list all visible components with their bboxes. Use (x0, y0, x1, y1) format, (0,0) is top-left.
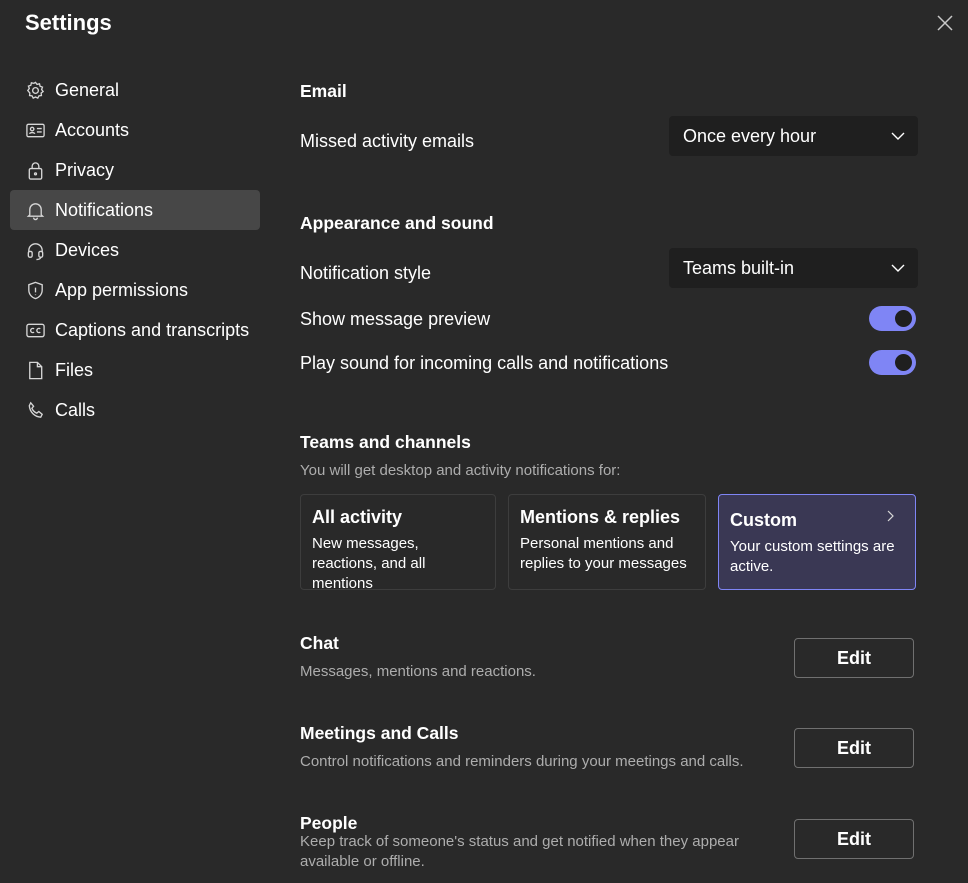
sidebar-item-label: App permissions (55, 279, 189, 300)
sidebar-item-app-permissions[interactable]: App permissions (10, 270, 260, 310)
people-heading: People (300, 813, 358, 833)
missed-activity-dropdown[interactable]: Once every hour (669, 116, 918, 156)
card-custom[interactable]: Custom Your custom settings are active. (718, 494, 916, 590)
phone-icon (24, 399, 46, 421)
sidebar-item-devices[interactable]: Devices (10, 230, 260, 270)
card-title: Custom (730, 510, 797, 530)
notification-style-value: Teams built-in (683, 257, 795, 278)
settings-window: Settings General Accounts Privacy Notifi… (0, 0, 968, 883)
sidebar-item-general[interactable]: General (10, 70, 260, 110)
card-title: Mentions & replies (520, 507, 681, 527)
play-sound-toggle[interactable] (869, 350, 916, 375)
page-title: Settings (25, 10, 112, 35)
sidebar-item-label: Notifications (55, 199, 154, 220)
shield-icon (24, 279, 46, 301)
appearance-heading: Appearance and sound (300, 213, 494, 233)
headset-icon (24, 239, 46, 261)
card-all-activity[interactable]: All activity New messages, reactions, an… (300, 494, 496, 592)
card-title: All activity (312, 507, 403, 527)
message-preview-toggle[interactable] (869, 306, 916, 331)
missed-activity-label: Missed activity emails (300, 131, 475, 151)
chat-description: Messages, mentions and reactions. (300, 663, 536, 680)
teams-channels-heading: Teams and channels (300, 432, 471, 452)
missed-activity-value: Once every hour (683, 125, 817, 146)
sidebar-item-calls[interactable]: Calls (10, 390, 260, 430)
bell-icon (24, 199, 46, 221)
lock-icon (24, 159, 46, 181)
sidebar-item-label: Privacy (55, 159, 115, 180)
email-heading: Email (300, 81, 347, 101)
message-preview-label: Show message preview (300, 309, 491, 329)
card-mentions-replies[interactable]: Mentions & replies Personal mentions and… (508, 494, 706, 590)
chevron-down-icon (890, 260, 906, 276)
chat-heading: Chat (300, 633, 339, 653)
toggle-knob (895, 310, 912, 327)
sidebar-item-files[interactable]: Files (10, 350, 260, 390)
chat-edit-button[interactable]: Edit (794, 638, 914, 678)
sidebar-item-notifications[interactable]: Notifications (10, 190, 260, 230)
close-icon[interactable] (934, 12, 956, 34)
card-description: Personal mentions and replies to your me… (520, 535, 687, 572)
sidebar-item-captions[interactable]: Captions and transcripts (10, 310, 260, 350)
meetings-description: Control notifications and reminders duri… (300, 753, 744, 770)
notification-style-label: Notification style (300, 263, 432, 283)
sidebar-item-privacy[interactable]: Privacy (10, 150, 260, 190)
file-icon (24, 359, 46, 381)
cc-icon (24, 319, 46, 341)
sidebar-item-label: Files (55, 359, 94, 380)
meetings-heading: Meetings and Calls (300, 723, 459, 743)
gear-icon (24, 79, 46, 101)
sidebar-item-label: Accounts (55, 119, 130, 140)
toggle-knob (895, 354, 912, 371)
people-edit-button[interactable]: Edit (794, 819, 914, 859)
card-description: Your custom settings are active. (730, 538, 895, 575)
sidebar-item-label: Captions and transcripts (55, 319, 250, 340)
people-description: Keep track of someone's status and get n… (300, 833, 739, 870)
notifications-panel: Email Missed activity emails Once every … (300, 0, 920, 883)
chevron-down-icon (890, 128, 906, 144)
sidebar-item-label: Calls (55, 399, 96, 420)
notification-style-dropdown[interactable]: Teams built-in (669, 248, 918, 288)
play-sound-label: Play sound for incoming calls and notifi… (300, 353, 669, 373)
sidebar-item-accounts[interactable]: Accounts (10, 110, 260, 150)
card-description: New messages, reactions, and all mention… (312, 535, 426, 592)
meetings-edit-button[interactable]: Edit (794, 728, 914, 768)
teams-channels-subtitle: You will get desktop and activity notifi… (300, 462, 621, 479)
sidebar-item-label: General (55, 79, 120, 100)
sidebar-item-label: Devices (55, 239, 120, 260)
chevron-right-icon (885, 509, 897, 523)
id-card-icon (24, 119, 46, 141)
sidebar: General Accounts Privacy Notifications D… (10, 70, 260, 430)
